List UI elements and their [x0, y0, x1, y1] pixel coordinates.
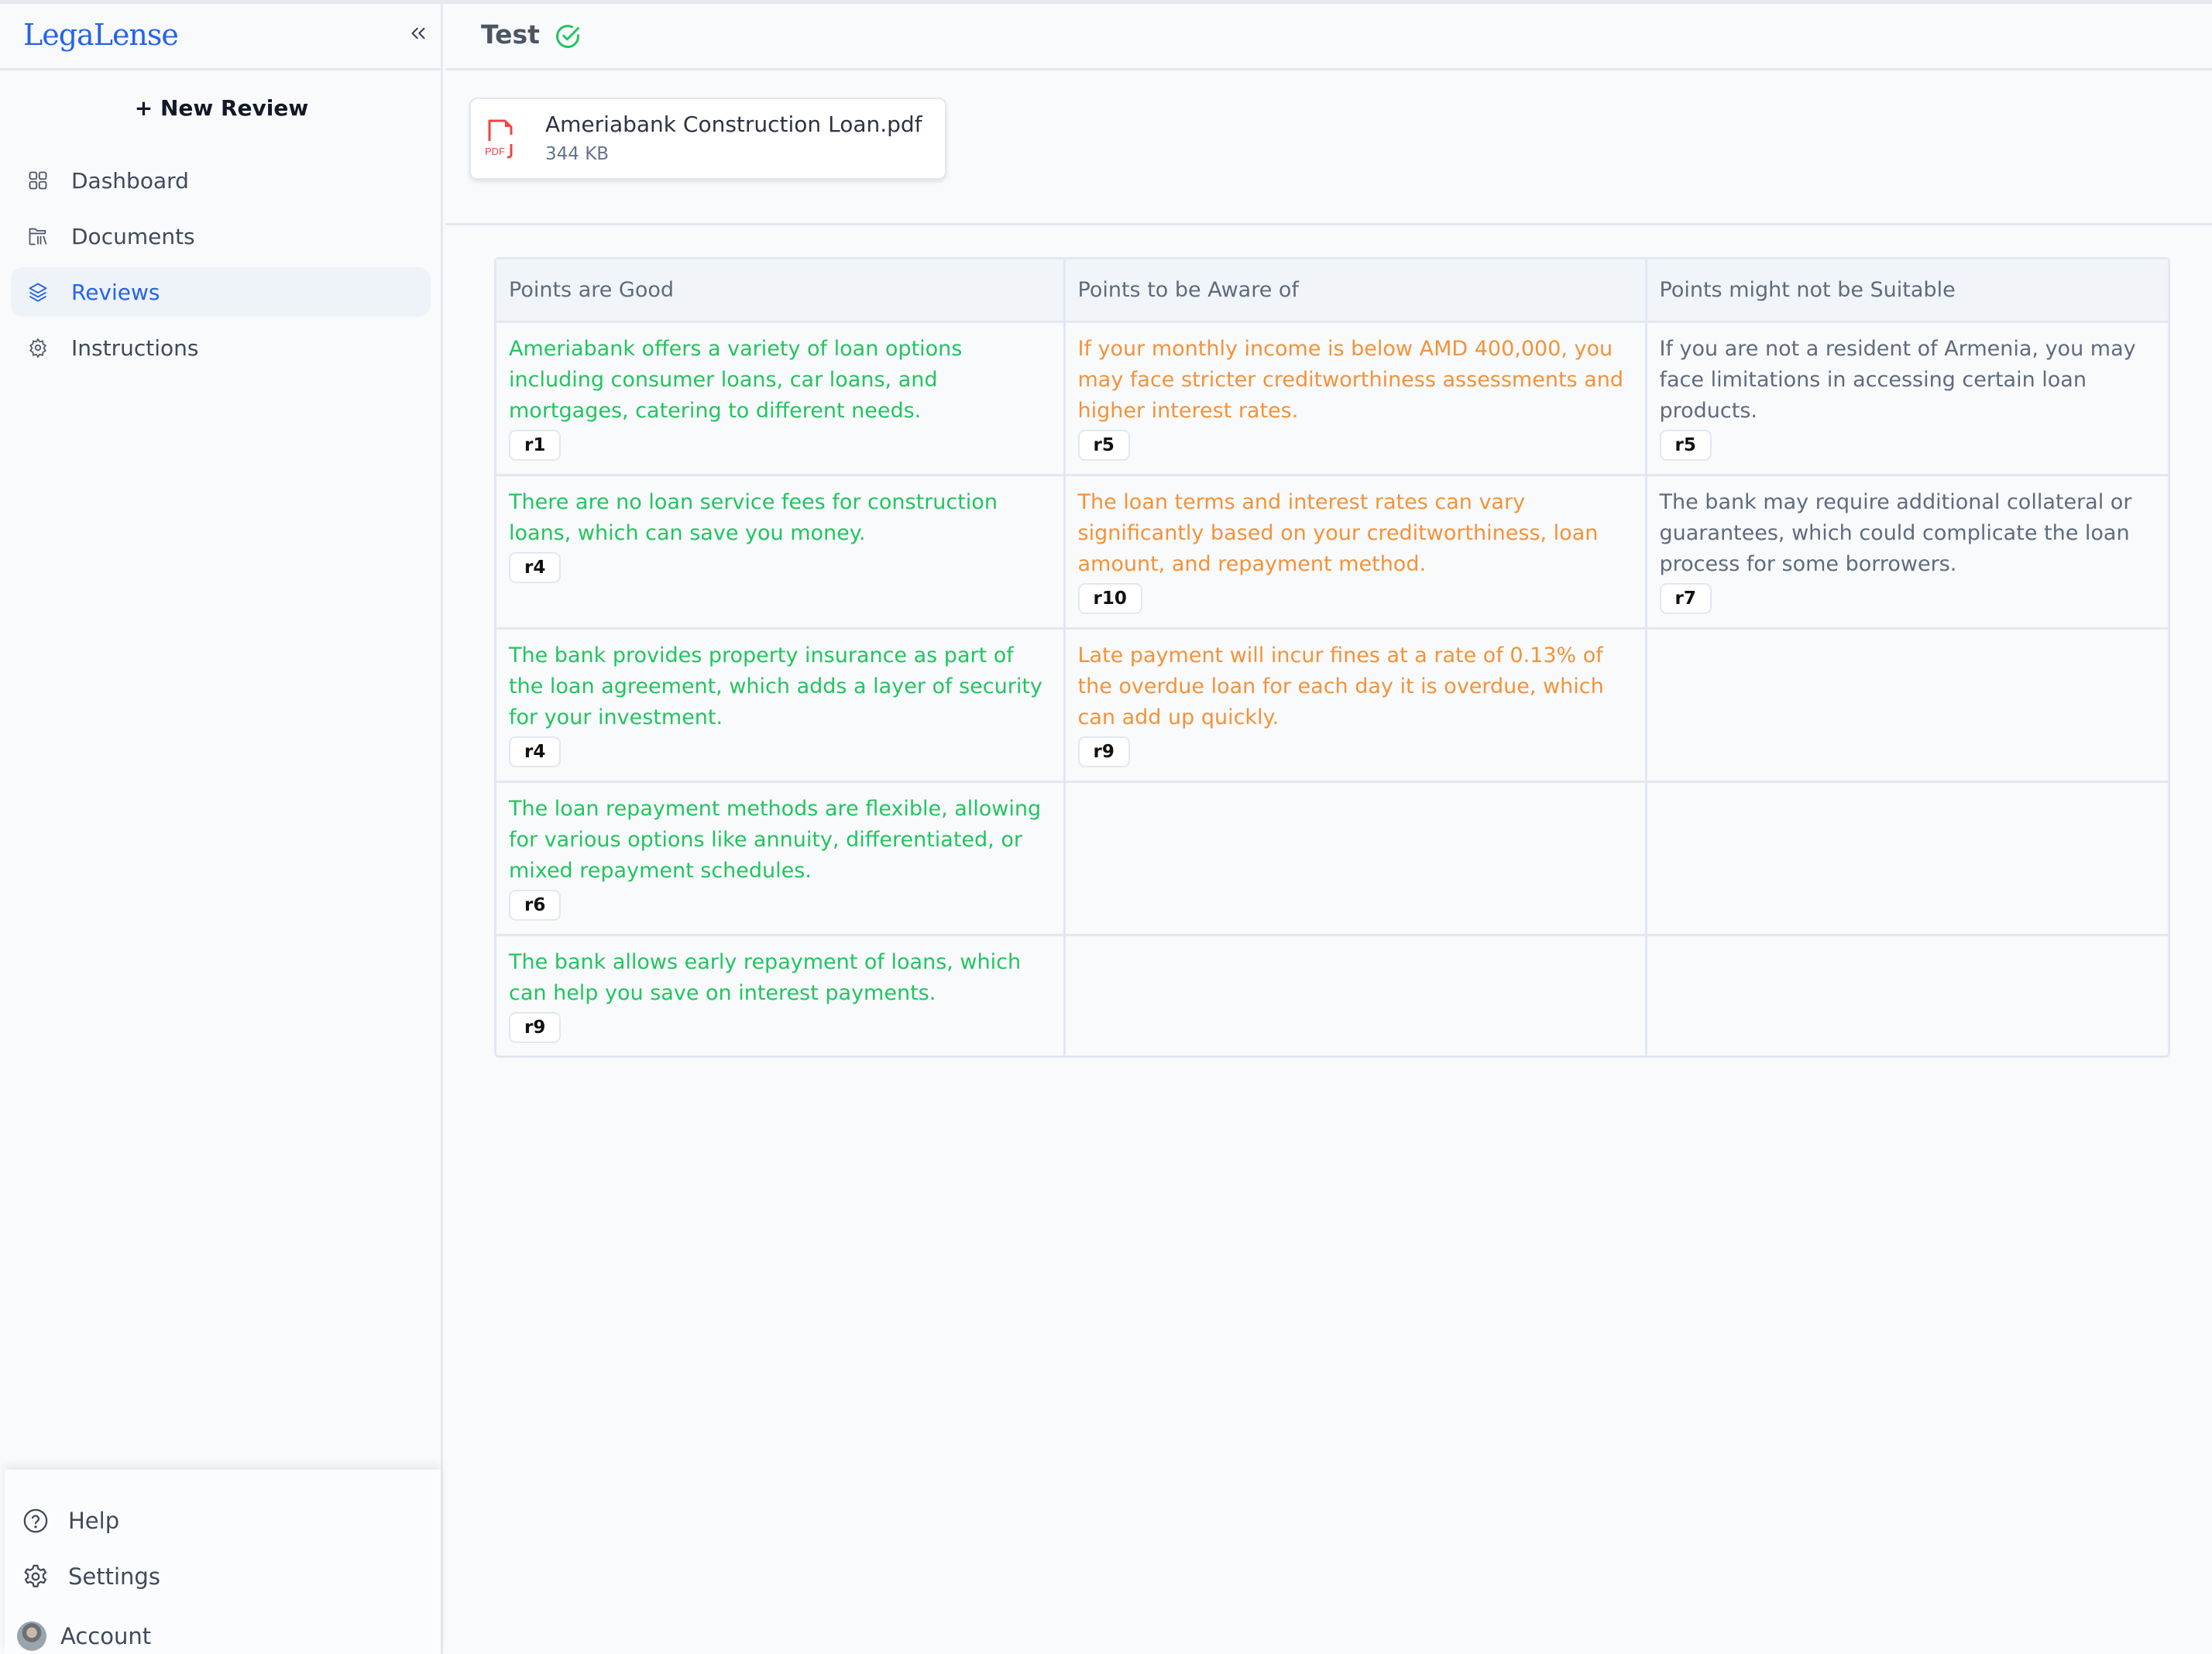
cell-aware — [1064, 935, 1647, 1055]
account-link[interactable]: Account — [17, 1621, 151, 1651]
cell-unsuitable — [1646, 628, 2168, 783]
page-title: Test — [481, 19, 540, 50]
cell-good: The loan repayment methods are flexible,… — [496, 781, 1066, 936]
point-text: The bank allows early repayment of loans… — [509, 949, 1022, 1005]
cell-unsuitable: The bank may require additional collater… — [1646, 475, 2168, 630]
table-row: The loan repayment methods are flexible,… — [496, 781, 2168, 936]
table-row: There are no loan service fees for const… — [496, 475, 2168, 630]
table-header-row: Points are Good Points to be Aware of Po… — [496, 259, 2168, 323]
sidebar-item-label: Dashboard — [71, 167, 189, 194]
sidebar-item-instructions[interactable]: Instructions — [11, 323, 431, 372]
section-divider — [445, 223, 2212, 225]
sidebar-item-label: Reviews — [71, 279, 160, 305]
column-header-good: Points are Good — [496, 259, 1066, 323]
help-link[interactable]: Help — [22, 1507, 119, 1535]
sidebar-bottom-nav: Help Settings Account — [5, 1470, 441, 1654]
point-text: The bank provides property insurance as … — [509, 643, 1042, 729]
sidebar-item-dashboard[interactable]: Dashboard — [11, 156, 431, 205]
point-text: If your monthly income is below AMD 400,… — [1077, 336, 1624, 423]
cell-unsuitable — [1646, 781, 2168, 936]
reference-badge[interactable]: r9 — [509, 1011, 562, 1043]
brand-row: LegaLense — [0, 4, 441, 70]
chevrons-left-icon — [411, 27, 425, 39]
cell-aware: Late payment will incur fines at a rate … — [1064, 628, 1647, 783]
cell-unsuitable — [1646, 935, 2168, 1055]
point-text: If you are not a resident of Armenia, yo… — [1659, 336, 2136, 423]
grid-icon — [26, 169, 50, 192]
cell-aware — [1064, 781, 1647, 936]
cell-good: The bank provides property insurance as … — [496, 628, 1066, 783]
reference-badge[interactable]: r7 — [1659, 582, 1712, 614]
file-card[interactable]: PDF Ameriabank Construction Loan.pdf 344… — [469, 98, 946, 180]
file-size: 344 KB — [545, 144, 610, 164]
reference-badge[interactable]: r1 — [509, 429, 562, 461]
page-header: Test — [445, 4, 2212, 70]
check-circle-icon — [556, 25, 579, 48]
point-text: The bank may require additional collater… — [1659, 489, 2132, 576]
cell-good: There are no loan service fees for const… — [496, 475, 1066, 630]
avatar — [17, 1621, 46, 1651]
reference-badge[interactable]: r4 — [509, 551, 562, 583]
reference-badge[interactable]: r10 — [1077, 582, 1142, 614]
sidebar: LegaLense + New Review Dashboard Documen… — [0, 4, 443, 1654]
cell-aware: If your monthly income is below AMD 400,… — [1064, 321, 1647, 476]
help-label: Help — [68, 1508, 120, 1534]
sidebar-item-documents[interactable]: Documents — [11, 211, 431, 261]
reference-badge[interactable]: r4 — [509, 736, 562, 767]
new-review-button[interactable]: + New Review — [0, 95, 443, 121]
cell-unsuitable: If you are not a resident of Armenia, yo… — [1646, 321, 2168, 476]
point-text: There are no loan service fees for const… — [509, 489, 998, 545]
cell-good: Ameriabank offers a variety of loan opti… — [496, 321, 1066, 476]
sidebar-item-reviews[interactable]: Reviews — [11, 267, 431, 317]
point-text: The loan repayment methods are flexible,… — [509, 796, 1042, 883]
point-text: Late payment will incur fines at a rate … — [1077, 643, 1604, 729]
sidebar-nav: Dashboard Documents Reviews Instructions — [11, 156, 431, 379]
settings-gear-icon — [22, 1563, 50, 1591]
file-name: Ameriabank Construction Loan.pdf — [545, 112, 922, 137]
sidebar-item-label: Documents — [71, 223, 195, 249]
reference-badge[interactable]: r5 — [1659, 429, 1712, 461]
sidebar-item-label: Instructions — [71, 335, 199, 361]
table-row: The bank allows early repayment of loans… — [496, 935, 2168, 1055]
folder-library-icon — [26, 225, 50, 248]
help-circle-icon — [22, 1507, 50, 1535]
gear-icon — [26, 336, 50, 359]
pdf-label: PDF — [485, 146, 505, 157]
settings-label: Settings — [68, 1563, 160, 1590]
review-table: Points are Good Points to be Aware of Po… — [494, 257, 2170, 1058]
app-logo[interactable]: LegaLense — [23, 18, 179, 52]
reference-badge[interactable]: r9 — [1077, 736, 1130, 767]
account-label: Account — [60, 1623, 152, 1649]
cell-good: The bank allows early repayment of loans… — [496, 935, 1066, 1055]
reference-badge[interactable]: r6 — [509, 889, 562, 921]
layers-icon — [26, 280, 50, 304]
column-header-unsuitable: Points might not be Suitable — [1646, 259, 2168, 323]
cell-aware: The loan terms and interest rates can va… — [1064, 475, 1647, 630]
column-header-aware: Points to be Aware of — [1064, 259, 1647, 323]
pdf-file-icon: PDF — [485, 119, 513, 159]
settings-link[interactable]: Settings — [22, 1563, 160, 1591]
point-text: The loan terms and interest rates can va… — [1077, 489, 1599, 576]
table-row: The bank provides property insurance as … — [496, 628, 2168, 783]
point-text: Ameriabank offers a variety of loan opti… — [509, 336, 963, 423]
table-row: Ameriabank offers a variety of loan opti… — [496, 321, 2168, 476]
collapse-sidebar-button[interactable] — [403, 21, 434, 52]
reference-badge[interactable]: r5 — [1077, 429, 1130, 461]
